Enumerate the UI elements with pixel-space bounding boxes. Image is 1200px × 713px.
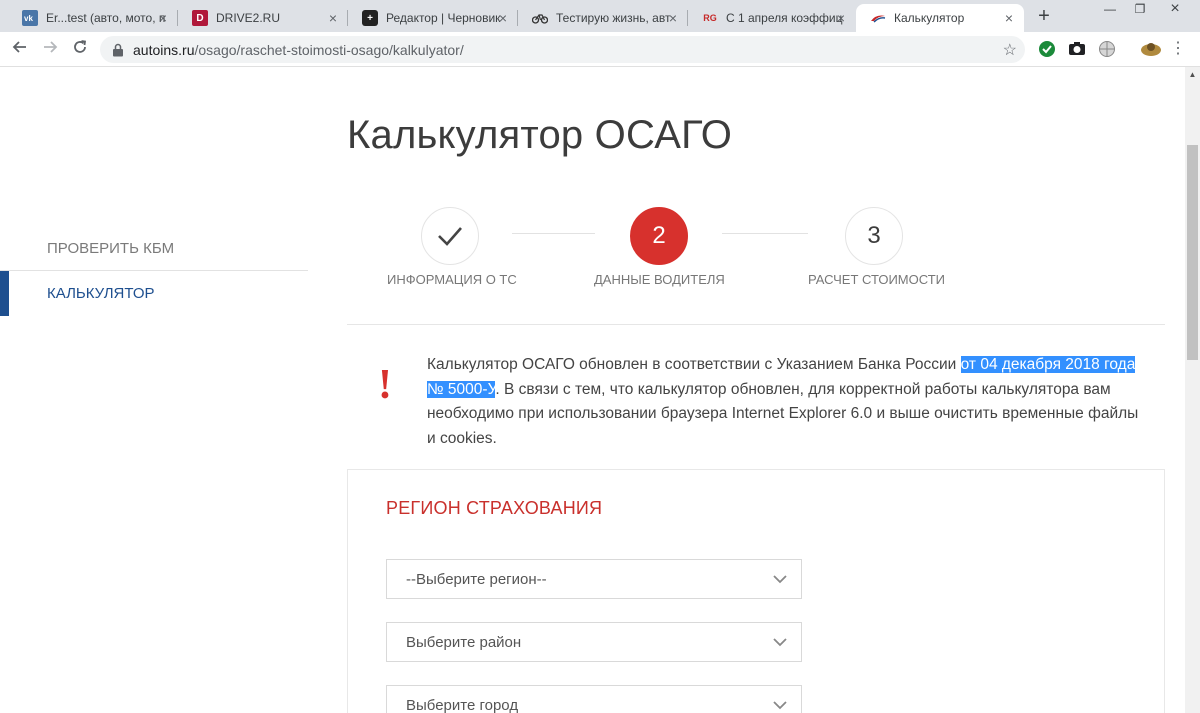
chevron-down-icon [773, 638, 787, 647]
sidebar-item-calculator[interactable]: КАЛЬКУЛЯТОР [0, 271, 308, 316]
region-card: РЕГИОН СТРАХОВАНИЯ --Выберите регион-- В… [347, 469, 1165, 713]
step-3-label: РАСЧЕТ СТОИМОСТИ [808, 272, 945, 287]
arrow-right-icon [44, 41, 58, 53]
sidebar: ПРОВЕРИТЬ КБМ КАЛЬКУЛЯТОР [0, 226, 308, 316]
step-2-label: ДАННЫЕ ВОДИТЕЛЯ [594, 272, 725, 287]
district-select[interactable]: Выберите район [386, 622, 802, 662]
lock-icon [113, 43, 123, 57]
chevron-down-icon [773, 575, 787, 584]
bookmark-star-icon[interactable]: ☆ [1003, 40, 1017, 60]
checkmark-icon [438, 227, 462, 246]
page-content: Калькулятор ОСАГО ПРОВЕРИТЬ КБМ КАЛЬКУЛЯ… [0, 67, 1185, 713]
reload-button[interactable] [70, 39, 90, 59]
camera-icon[interactable] [1068, 40, 1086, 58]
svg-text:vk: vk [24, 14, 33, 22]
reload-icon [74, 40, 87, 53]
close-icon[interactable]: × [326, 11, 340, 25]
close-icon[interactable]: × [666, 11, 680, 25]
minimize-button[interactable]: — [1095, 0, 1125, 20]
section-title: РЕГИОН СТРАХОВАНИЯ [386, 498, 603, 518]
chevron-down-icon [773, 701, 787, 710]
step-connector [512, 233, 595, 234]
page-title: Калькулятор ОСАГО [347, 113, 733, 157]
avatar[interactable] [1140, 40, 1162, 58]
rg-icon: RG [703, 13, 717, 23]
step-1-label: ИНФОРМАЦИЯ О ТС [387, 272, 517, 287]
region-select-value: --Выберите регион-- [406, 571, 547, 588]
forward-button[interactable] [40, 39, 60, 59]
divider [347, 324, 1165, 325]
extension-shield-icon[interactable] [1038, 40, 1056, 58]
step-connector [722, 233, 808, 234]
scroll-up-icon[interactable]: ▲ [1185, 67, 1200, 82]
vk-icon: vk [22, 10, 38, 26]
scrollbar-thumb[interactable] [1187, 145, 1198, 360]
city-select-value: Выберите город [406, 697, 519, 713]
sidebar-item-check-kbm[interactable]: ПРОВЕРИТЬ КБМ [0, 226, 308, 271]
browser-tab[interactable]: RG С 1 апреля коэффиц × [688, 4, 856, 32]
city-select[interactable]: Выберите город [386, 685, 802, 713]
autoins-icon [870, 10, 886, 26]
arrow-left-icon [12, 41, 26, 53]
url-text: autoins.ru/osago/raschet-stoimosti-osago… [133, 42, 464, 58]
drive2-icon: D [192, 10, 208, 26]
browser-toolbar: autoins.ru/osago/raschet-stoimosti-osago… [0, 32, 1200, 67]
browser-tab-bar: vk Er...test (авто, мото, п × D DRIVE2.R… [0, 0, 1200, 32]
close-icon[interactable]: × [834, 11, 848, 25]
browser-tab[interactable]: + Редактор | Черновик × [348, 4, 518, 32]
restore-button[interactable]: ❐ [1125, 0, 1155, 20]
close-icon[interactable]: × [156, 11, 170, 25]
region-select[interactable]: --Выберите регион-- [386, 559, 802, 599]
window-close-button[interactable]: × [1160, 0, 1190, 20]
browser-tab[interactable]: Тестирую жизнь, авт × [518, 4, 688, 32]
close-icon[interactable]: × [496, 11, 510, 25]
browser-tab[interactable]: D DRIVE2.RU × [178, 4, 348, 32]
progress-stepper: 2 3 ИНФОРМАЦИЯ О ТС ДАННЫЕ ВОДИТЕЛЯ РАСЧ… [347, 207, 1165, 297]
address-bar[interactable]: autoins.ru/osago/raschet-stoimosti-osago… [100, 36, 1025, 63]
menu-kebab-icon[interactable]: ⋮ [1168, 39, 1188, 59]
step-1-circle[interactable] [421, 207, 479, 265]
district-select-value: Выберите район [406, 634, 522, 651]
step-2-circle: 2 [630, 207, 688, 265]
bike-icon [532, 10, 548, 26]
browser-tab[interactable]: vk Er...test (авто, мото, п × [8, 4, 178, 32]
new-tab-button[interactable]: + [1034, 6, 1054, 26]
browser-tab-active[interactable]: Калькулятор × [856, 4, 1024, 32]
globe-icon[interactable] [1098, 40, 1116, 58]
exclamation-icon: ! [378, 362, 392, 408]
close-icon[interactable]: × [1002, 11, 1016, 25]
page-scrollbar[interactable]: ▲ [1185, 67, 1200, 713]
editor-icon: + [362, 10, 378, 26]
step-3-circle: 3 [845, 207, 903, 265]
notice-text: Калькулятор ОСАГО обновлен в соответстви… [427, 356, 1139, 447]
back-button[interactable] [10, 39, 30, 59]
